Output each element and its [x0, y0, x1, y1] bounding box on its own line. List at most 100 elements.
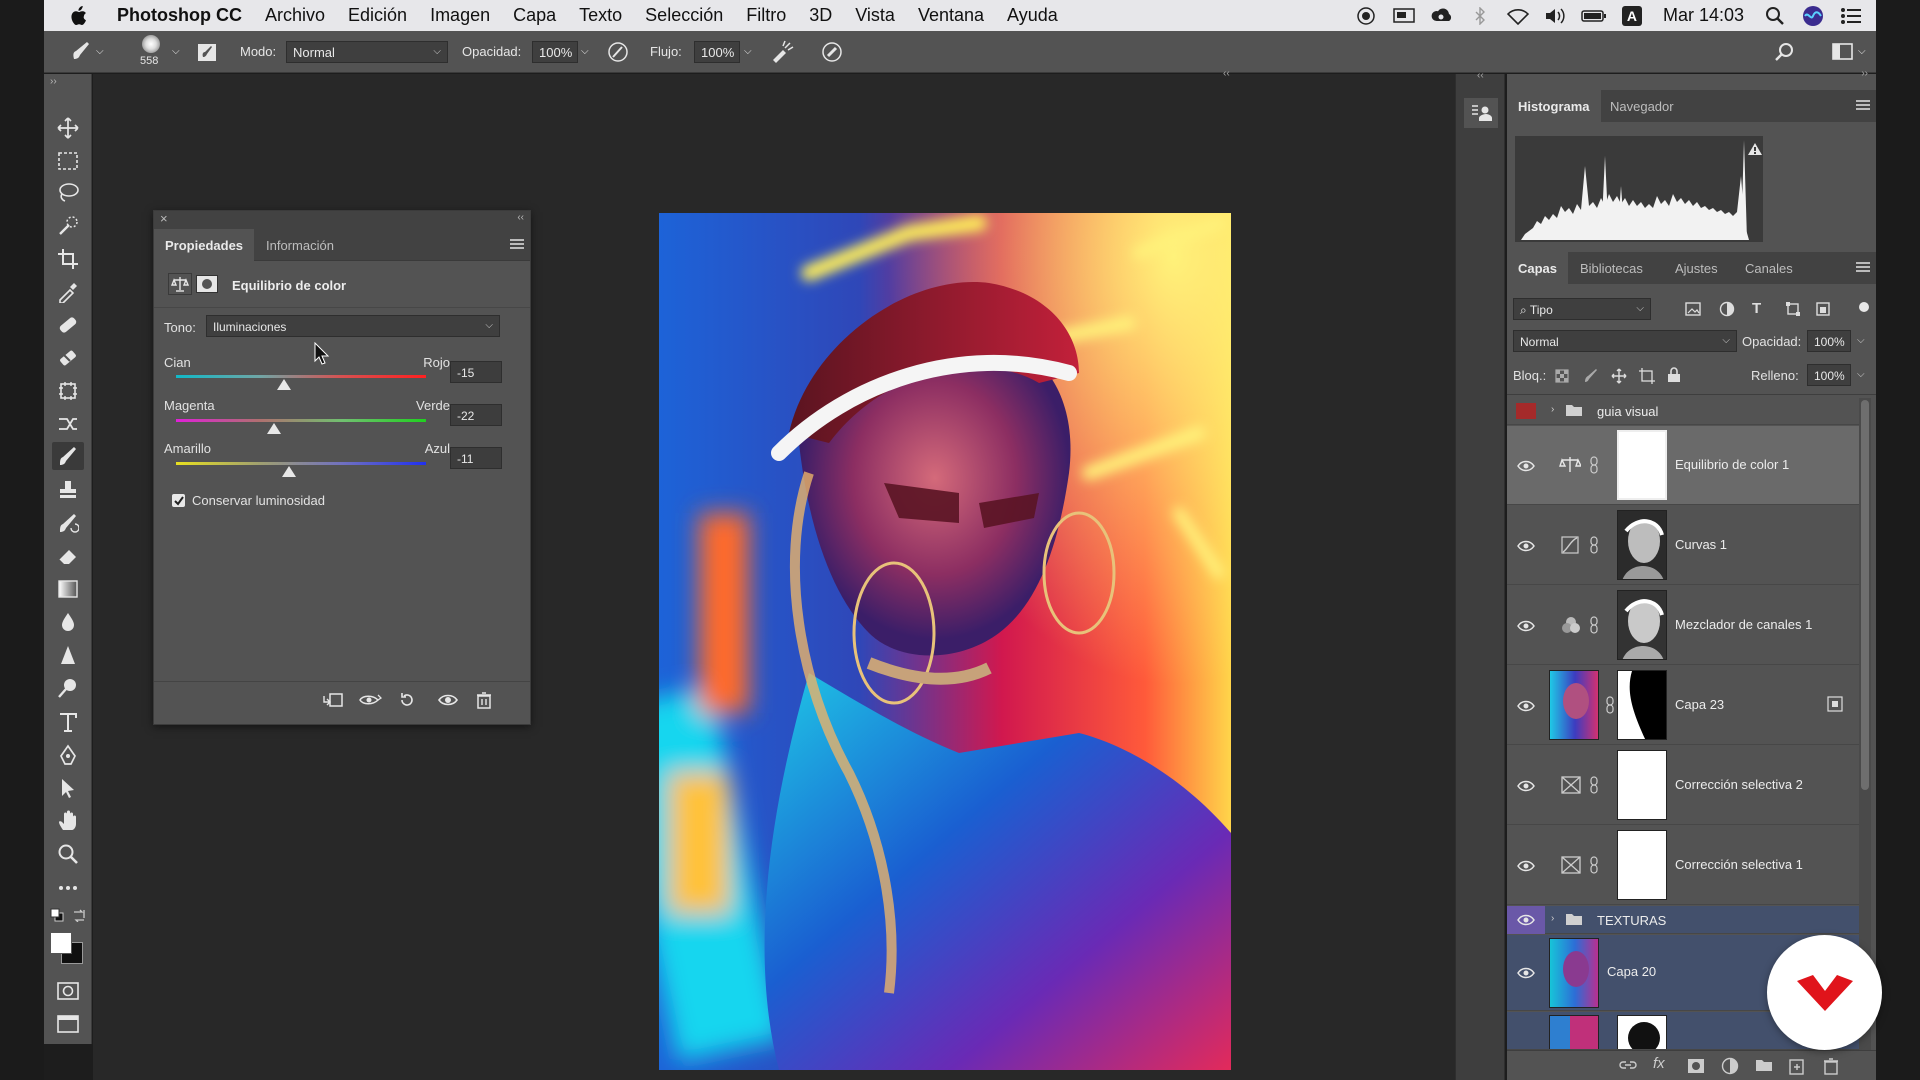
- brush-settings-icon[interactable]: [196, 41, 218, 63]
- hand-tool-icon[interactable]: [56, 809, 80, 833]
- fx-icon[interactable]: fx: [1653, 1055, 1665, 1072]
- wifi-icon[interactable]: [1505, 6, 1531, 26]
- spotlight-icon[interactable]: [1762, 6, 1788, 26]
- search-icon[interactable]: [1774, 41, 1796, 63]
- new-group-icon[interactable]: [1755, 1058, 1773, 1072]
- layer-filter-select[interactable]: ⌕ Tipo ⌵: [1513, 298, 1651, 320]
- layer-thumbnail[interactable]: [1549, 938, 1599, 1008]
- puppet-warp-icon[interactable]: [56, 412, 80, 436]
- dock-collapse-icon[interactable]: ‹‹: [1477, 70, 1484, 81]
- toggle-visibility-icon[interactable]: [435, 689, 461, 711]
- flow-caret[interactable]: ⌵: [744, 46, 752, 57]
- more-tools-icon[interactable]: [56, 876, 80, 900]
- foreground-color-swatch[interactable]: [50, 932, 72, 954]
- layer-mask-thumbnail[interactable]: [1617, 1015, 1667, 1049]
- opacity-caret[interactable]: ⌵: [581, 46, 589, 57]
- move-tool-icon[interactable]: [56, 116, 80, 140]
- chevron-right-icon[interactable]: ›: [1551, 404, 1554, 415]
- lock-all-icon[interactable]: [1667, 367, 1681, 383]
- eye-icon[interactable]: [1507, 666, 1545, 745]
- view-previous-state-icon[interactable]: [357, 689, 383, 711]
- new-layer-icon[interactable]: [1789, 1057, 1805, 1075]
- lasso-tool-icon[interactable]: [56, 181, 80, 205]
- dodge-tool-icon[interactable]: [56, 676, 80, 700]
- apple-menu-icon[interactable]: [69, 5, 93, 26]
- menu-imagen[interactable]: Imagen: [430, 5, 490, 26]
- record-icon[interactable]: [1353, 6, 1379, 26]
- tab-bibliotecas[interactable]: Bibliotecas: [1569, 252, 1654, 284]
- lock-position-icon[interactable]: [1611, 368, 1627, 384]
- cache-warning-icon[interactable]: [1747, 142, 1763, 156]
- brush-tool-icon[interactable]: [52, 442, 84, 470]
- notification-list-icon[interactable]: [1838, 6, 1864, 26]
- amarillo-azul-track[interactable]: [176, 462, 426, 465]
- delete-layer-icon[interactable]: [471, 689, 497, 711]
- history-brush-icon[interactable]: [56, 511, 80, 535]
- chain-link-icon[interactable]: [1589, 776, 1599, 794]
- layer-row-correccion-1[interactable]: Corrección selectiva 1: [1507, 826, 1859, 905]
- healing-brush-icon[interactable]: [56, 313, 80, 337]
- layer-row-curvas[interactable]: Curvas 1: [1507, 506, 1859, 585]
- menu-texto[interactable]: Texto: [579, 5, 622, 26]
- menu-ayuda[interactable]: Ayuda: [1007, 5, 1058, 26]
- path-select-tool-icon[interactable]: [56, 776, 80, 800]
- filter-shape-icon[interactable]: [1785, 301, 1801, 317]
- brush-tip-preview[interactable]: [142, 35, 160, 53]
- layer-opacity-field[interactable]: 100%: [1807, 330, 1851, 352]
- eye-icon[interactable]: [1507, 746, 1545, 825]
- chain-link-icon[interactable]: [1589, 856, 1599, 874]
- menu-edicion[interactable]: Edición: [348, 5, 407, 26]
- layers-scrollbar-thumb[interactable]: [1861, 400, 1869, 790]
- airbrush-icon[interactable]: [770, 40, 796, 64]
- histogram-menu-icon[interactable]: [1856, 99, 1870, 111]
- cian-rojo-field[interactable]: -15: [450, 361, 502, 383]
- amarillo-azul-thumb[interactable]: [281, 466, 296, 477]
- layer-mask-thumbnail[interactable]: [1617, 430, 1667, 500]
- preserve-luminosity-checkbox[interactable]: [172, 494, 185, 507]
- new-adjustment-icon[interactable]: [1721, 1057, 1739, 1075]
- layer-row-correccion-2[interactable]: Corrección selectiva 2: [1507, 746, 1859, 825]
- layer-row-texturas[interactable]: › TEXTURAS: [1507, 906, 1859, 934]
- layer-thumbnail[interactable]: [1549, 1015, 1599, 1049]
- eraser-tool-icon[interactable]: [56, 544, 80, 568]
- eye-icon[interactable]: [1507, 935, 1545, 1011]
- brush-preset-caret[interactable]: ⌵: [96, 46, 104, 57]
- brush-size-caret[interactable]: ⌵: [172, 46, 180, 57]
- marquee-tool-icon[interactable]: [56, 149, 80, 173]
- patch-tool-icon[interactable]: [56, 346, 80, 370]
- tab-histograma[interactable]: Histograma: [1507, 90, 1601, 122]
- type-tool-icon[interactable]: [56, 710, 80, 734]
- layer-row-mezclador[interactable]: Mezclador de canales 1: [1507, 586, 1859, 665]
- menu-3d[interactable]: 3D: [809, 5, 832, 26]
- sharpen-tool-icon[interactable]: [56, 643, 80, 667]
- tab-ajustes[interactable]: Ajustes: [1664, 252, 1729, 284]
- lock-artboard-icon[interactable]: [1639, 368, 1655, 384]
- input-source-icon[interactable]: A: [1619, 5, 1645, 26]
- lock-pixels-icon[interactable]: [1583, 368, 1599, 384]
- eyedropper-tool-icon[interactable]: [56, 280, 80, 304]
- clip-to-layer-icon[interactable]: [320, 689, 346, 711]
- collapse-panel-icon[interactable]: ‹‹: [517, 212, 524, 223]
- menu-filtro[interactable]: Filtro: [746, 5, 786, 26]
- workspace-caret[interactable]: ⌵: [1858, 46, 1866, 57]
- filter-type-icon[interactable]: T: [1752, 300, 1761, 317]
- stamp-tool-icon[interactable]: [56, 478, 80, 502]
- chain-link-icon[interactable]: [1589, 536, 1599, 554]
- layer-mask-thumbnail[interactable]: [1617, 510, 1667, 580]
- filter-smart-object-icon[interactable]: [1815, 301, 1831, 317]
- content-aware-icon[interactable]: [56, 379, 80, 403]
- flow-field[interactable]: 100%: [694, 41, 740, 63]
- menu-seleccion[interactable]: Selección: [645, 5, 723, 26]
- blend-mode-select[interactable]: Normal ⌵: [1513, 330, 1737, 352]
- eye-icon[interactable]: [1507, 826, 1545, 905]
- chevron-right-icon[interactable]: ›: [1551, 913, 1554, 924]
- layer-mask-thumbnail[interactable]: [1617, 670, 1667, 740]
- reset-adjustment-icon[interactable]: [394, 689, 420, 711]
- tab-propiedades[interactable]: Propiedades: [154, 229, 255, 261]
- chain-link-icon[interactable]: [1605, 696, 1615, 714]
- layer-mask-thumbnail[interactable]: [1617, 590, 1667, 660]
- crop-tool-icon[interactable]: [56, 247, 80, 271]
- battery-icon[interactable]: [1581, 6, 1607, 26]
- tab-navegador[interactable]: Navegador: [1599, 90, 1685, 122]
- brush-preset-icon[interactable]: [70, 40, 92, 62]
